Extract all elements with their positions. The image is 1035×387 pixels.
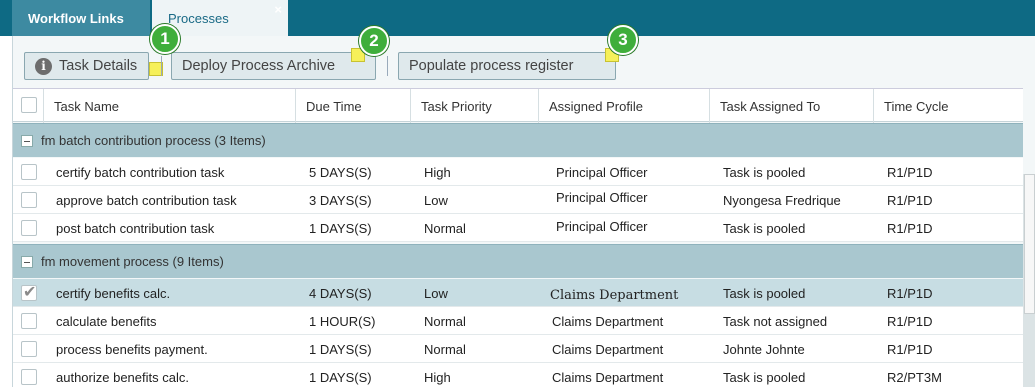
profile-cell: Claims Department xyxy=(552,313,664,329)
priority-cell: Normal xyxy=(424,341,466,357)
populate-label: Populate process register xyxy=(409,58,574,74)
priority-cell: High xyxy=(424,369,451,385)
task-name-cell: post batch contribution task xyxy=(56,220,215,236)
task-name-cell: approve batch contribution task xyxy=(56,192,237,208)
cycle-cell: R1/P1D xyxy=(887,192,933,208)
column-header-time-cycle[interactable]: Time Cycle xyxy=(873,89,1023,123)
cycle-cell: R1/P1D xyxy=(887,341,933,357)
column-header-task-assigned-to[interactable]: Task Assigned To xyxy=(709,89,873,123)
deploy-process-archive-button[interactable]: Deploy Process Archive xyxy=(171,52,376,80)
cycle-cell: R1/P1D xyxy=(887,313,933,329)
task-name-cell: process benefits payment. xyxy=(56,341,208,357)
row-checkbox[interactable] xyxy=(21,220,37,236)
task-details-label: Task Details xyxy=(59,58,138,74)
assigned-cell: Johnte Johnte xyxy=(723,341,805,357)
task-details-button[interactable]: i Task Details xyxy=(24,52,149,80)
priority-cell: High xyxy=(424,164,451,180)
group-label: fm movement process (9 Items) xyxy=(41,254,224,269)
toolbar-separator xyxy=(387,56,388,76)
assigned-cell: Task is pooled xyxy=(723,369,806,385)
table-row[interactable]: post batch contribution task 1 DAYS(S) N… xyxy=(13,214,1023,242)
profile-cell: Principal Officer xyxy=(556,189,648,205)
table-row[interactable]: approve batch contribution task 3 DAYS(S… xyxy=(13,186,1023,214)
processes-panel: i Task Details Deploy Process Archive Po… xyxy=(12,24,1035,387)
profile-cell: Principal Officer xyxy=(556,164,648,180)
group-row[interactable]: fm batch contribution process (3 Items) xyxy=(13,123,1023,157)
due-time-cell: 1 DAYS(S) xyxy=(309,220,372,236)
due-time-cell: 1 DAYS(S) xyxy=(309,341,372,357)
priority-cell: Normal xyxy=(424,313,466,329)
cycle-cell: R1/P1D xyxy=(887,164,933,180)
deploy-label: Deploy Process Archive xyxy=(182,58,336,74)
callout-badge-1: 1 xyxy=(150,24,180,54)
cycle-cell: R2/PT3M xyxy=(887,369,942,385)
due-time-cell: 3 DAYS(S) xyxy=(309,192,372,208)
cycle-cell: R1/P1D xyxy=(887,285,933,301)
tab-label: Processes xyxy=(168,10,229,26)
group-row[interactable]: fm movement process (9 Items) xyxy=(13,244,1023,278)
callout-badge-3: 3 xyxy=(608,25,638,55)
row-checkbox[interactable] xyxy=(21,192,37,208)
column-header-task-name[interactable]: Task Name xyxy=(43,89,295,123)
due-time-cell: 5 DAYS(S) xyxy=(309,164,372,180)
assigned-cell: Task is pooled xyxy=(723,220,806,236)
group-label: fm batch contribution process (3 Items) xyxy=(41,133,266,148)
task-name-cell: authorize benefits calc. xyxy=(56,369,189,385)
row-checkbox[interactable] xyxy=(21,369,37,385)
task-name-cell: calculate benefits xyxy=(56,313,157,329)
table-row[interactable]: process benefits payment. 1 DAYS(S) Norm… xyxy=(13,335,1023,363)
populate-process-register-button[interactable]: Populate process register xyxy=(398,52,616,80)
profile-cell: Claims Department xyxy=(552,341,664,357)
table-row[interactable]: calculate benefits 1 HOUR(S) Normal Clai… xyxy=(13,307,1023,335)
priority-cell: Low xyxy=(424,192,448,208)
profile-cell: Principal Officer xyxy=(556,218,648,234)
profile-cell: Claims Department xyxy=(550,287,679,303)
tab-workflow-links[interactable]: Workflow Links xyxy=(12,0,150,36)
collapse-icon[interactable] xyxy=(21,255,33,268)
row-checkbox[interactable] xyxy=(21,164,37,180)
table-row[interactable]: certify batch contribution task 5 DAYS(S… xyxy=(13,158,1023,186)
close-icon[interactable]: × xyxy=(274,2,282,17)
due-time-cell: 1 HOUR(S) xyxy=(309,313,376,329)
cycle-cell: R1/P1D xyxy=(887,220,933,236)
due-time-cell: 4 DAYS(S) xyxy=(309,285,372,301)
info-icon: i xyxy=(35,57,52,75)
assigned-cell: Nyongesa Fredrique xyxy=(723,192,841,208)
select-all-checkbox[interactable] xyxy=(21,97,37,113)
row-checkbox[interactable] xyxy=(21,341,37,357)
priority-cell: Normal xyxy=(424,220,466,236)
task-name-cell: certify benefits calc. xyxy=(56,285,171,301)
table-row[interactable]: authorize benefits calc. 1 DAYS(S) High … xyxy=(13,363,1023,387)
column-header-assigned-profile[interactable]: Assigned Profile xyxy=(538,89,709,123)
priority-cell: Low xyxy=(424,285,448,301)
task-grid: Task Name Due Time Task Priority Assigne… xyxy=(13,88,1035,387)
toolbar-separator xyxy=(161,56,162,76)
profile-cell: Claims Department xyxy=(552,369,664,385)
column-header-task-priority[interactable]: Task Priority xyxy=(410,89,538,123)
collapse-icon[interactable] xyxy=(21,134,33,147)
due-time-cell: 1 DAYS(S) xyxy=(309,369,372,385)
table-row[interactable]: certify benefits calc. 4 DAYS(S) Low Cla… xyxy=(13,279,1023,307)
task-name-cell: certify batch contribution task xyxy=(56,164,225,180)
assigned-cell: Task not assigned xyxy=(723,313,828,329)
row-checkbox[interactable] xyxy=(21,313,37,329)
tab-label: Workflow Links xyxy=(28,10,124,26)
vertical-scrollbar[interactable] xyxy=(1023,174,1035,387)
callout-badge-2: 2 xyxy=(359,26,389,56)
row-checkbox-checked[interactable] xyxy=(21,282,37,302)
assigned-cell: Task is pooled xyxy=(723,164,806,180)
scrollbar-thumb[interactable] xyxy=(1024,174,1035,314)
column-header-due-time[interactable]: Due Time xyxy=(295,89,410,123)
assigned-cell: Task is pooled xyxy=(723,285,806,301)
grid-header: Task Name Due Time Task Priority Assigne… xyxy=(13,88,1023,123)
